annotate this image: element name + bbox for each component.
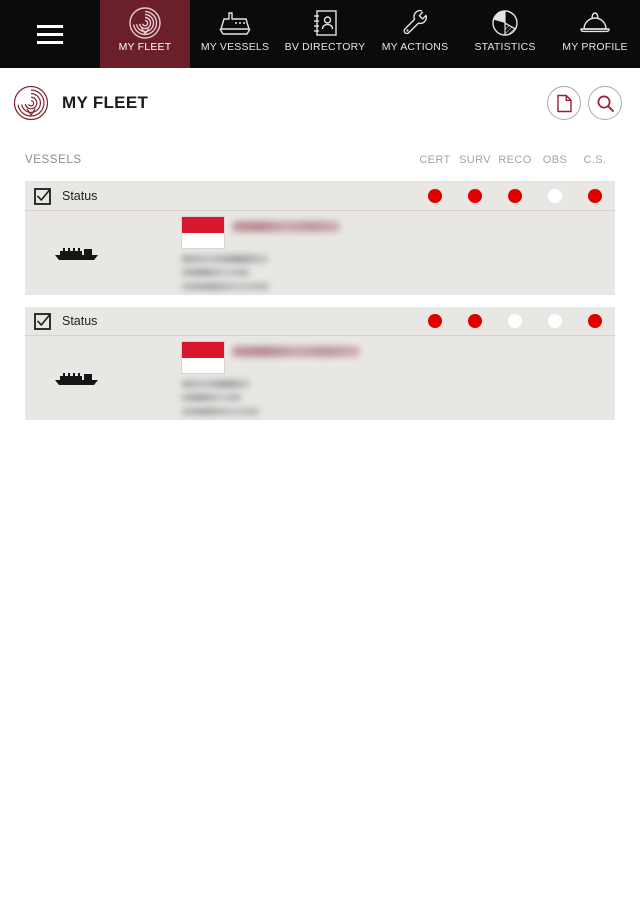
- status-dot-surv: [455, 314, 495, 328]
- status-dot-cert: [415, 189, 455, 203]
- column-header-status-group: CERT SURV RECO OBS C.S.: [415, 154, 615, 166]
- nav-item-my-actions[interactable]: MY ACTIONS: [370, 0, 460, 68]
- nav-label: MY FLEET: [118, 41, 172, 53]
- status-label: Status: [62, 189, 98, 203]
- vessel-info: [107, 336, 615, 420]
- status-dot: [588, 314, 602, 328]
- status-dot: [468, 314, 482, 328]
- status-dot-group: [415, 189, 615, 203]
- fingerprint-spiral-icon: [12, 84, 50, 122]
- status-dot: [588, 189, 602, 203]
- pie-chart-icon: [489, 5, 521, 41]
- document-icon: [556, 94, 572, 112]
- status-dot-obs: [535, 314, 575, 328]
- hamburger-line: [37, 24, 63, 28]
- status-dot-reco: [495, 189, 535, 203]
- vessel-flag-icon: [181, 216, 225, 249]
- status-label: Status: [62, 314, 98, 328]
- status-dot-obs: [535, 189, 575, 203]
- status-dot: [428, 314, 442, 328]
- flag-stripe-red: [182, 342, 224, 358]
- nav-label: STATISTICS: [474, 41, 536, 53]
- fingerprint-spiral-icon: [128, 5, 162, 41]
- vessel-checkbox[interactable]: [34, 187, 51, 205]
- wrench-icon: [399, 5, 431, 41]
- vessel-detail-redacted: [181, 269, 249, 276]
- status-dot-surv: [455, 189, 495, 203]
- vessel-detail-redacted: [181, 283, 269, 290]
- status-dot: [548, 314, 562, 328]
- cargo-ship-icon: [47, 369, 107, 387]
- vessel-detail-redacted: [181, 380, 251, 388]
- vessel-card[interactable]: Status: [25, 182, 615, 295]
- flag-stripe-red: [182, 217, 224, 233]
- status-dot: [468, 189, 482, 203]
- hamburger-line: [37, 32, 63, 36]
- status-dot-group: [415, 314, 615, 328]
- cargo-ship-icon: [47, 244, 107, 262]
- search-icon: [597, 95, 614, 112]
- flag-stripe-white: [182, 357, 224, 373]
- contact-book-icon: [309, 5, 341, 41]
- status-dot-cs: [575, 314, 615, 328]
- column-header-obs: OBS: [542, 153, 568, 166]
- column-header-cs: C.S.: [583, 153, 607, 166]
- hamburger-menu-icon[interactable]: [0, 0, 100, 68]
- status-dot: [548, 189, 562, 203]
- status-dot-cert: [415, 314, 455, 328]
- status-dot: [508, 314, 522, 328]
- status-dot: [508, 189, 522, 203]
- vessel-detail-redacted: [181, 408, 259, 415]
- vessel-status-bar: Status: [25, 307, 615, 336]
- nav-label: BV DIRECTORY: [284, 41, 366, 53]
- nav-label: MY PROFILE: [562, 41, 628, 53]
- hamburger-line: [37, 40, 63, 44]
- column-header-cert: CERT: [419, 153, 451, 166]
- search-button[interactable]: [588, 86, 622, 120]
- top-navigation-bar: MY FLEET MY VESSELS BV DIRECTORY MY ACTI…: [0, 0, 640, 68]
- vessel-name-redacted: [232, 221, 340, 232]
- page-title: MY FLEET: [62, 93, 149, 112]
- flag-stripe-white: [182, 232, 224, 248]
- column-header-vessels: VESSELS: [25, 153, 82, 166]
- vessel-info: [107, 211, 615, 295]
- nav-label: MY ACTIONS: [381, 41, 449, 53]
- nav-item-my-vessels[interactable]: MY VESSELS: [190, 0, 280, 68]
- header-actions: [547, 86, 622, 120]
- nav-item-bv-directory[interactable]: BV DIRECTORY: [280, 0, 370, 68]
- vessel-card-body: [25, 211, 615, 295]
- hard-hat-icon: [578, 5, 612, 41]
- page-header: MY FLEET: [0, 68, 640, 138]
- vessel-detail-redacted: [181, 394, 241, 401]
- checkbox-checked-icon: [34, 187, 51, 205]
- vessel-flag-icon: [181, 341, 225, 374]
- column-header-reco: RECO: [498, 153, 532, 166]
- column-header-surv: SURV: [459, 153, 491, 166]
- status-dot-cs: [575, 189, 615, 203]
- nav-item-my-profile[interactable]: MY PROFILE: [550, 0, 640, 68]
- nav-item-my-fleet[interactable]: MY FLEET: [100, 0, 190, 68]
- checkbox-checked-icon: [34, 312, 51, 330]
- vessel-checkbox[interactable]: [34, 312, 51, 330]
- nav-label: MY VESSELS: [200, 41, 270, 53]
- list-column-header: VESSELS CERT SURV RECO OBS C.S.: [25, 138, 615, 182]
- vessel-card[interactable]: Status: [25, 307, 615, 420]
- vessel-status-bar: Status: [25, 182, 615, 211]
- status-dot: [428, 189, 442, 203]
- fleet-list: Status Status: [0, 182, 640, 420]
- vessel-detail-redacted: [181, 255, 269, 263]
- ship-icon: [217, 5, 253, 41]
- status-dot-reco: [495, 314, 535, 328]
- nav-item-statistics[interactable]: STATISTICS: [460, 0, 550, 68]
- vessel-name-redacted: [232, 346, 360, 357]
- document-button[interactable]: [547, 86, 581, 120]
- vessel-card-body: [25, 336, 615, 420]
